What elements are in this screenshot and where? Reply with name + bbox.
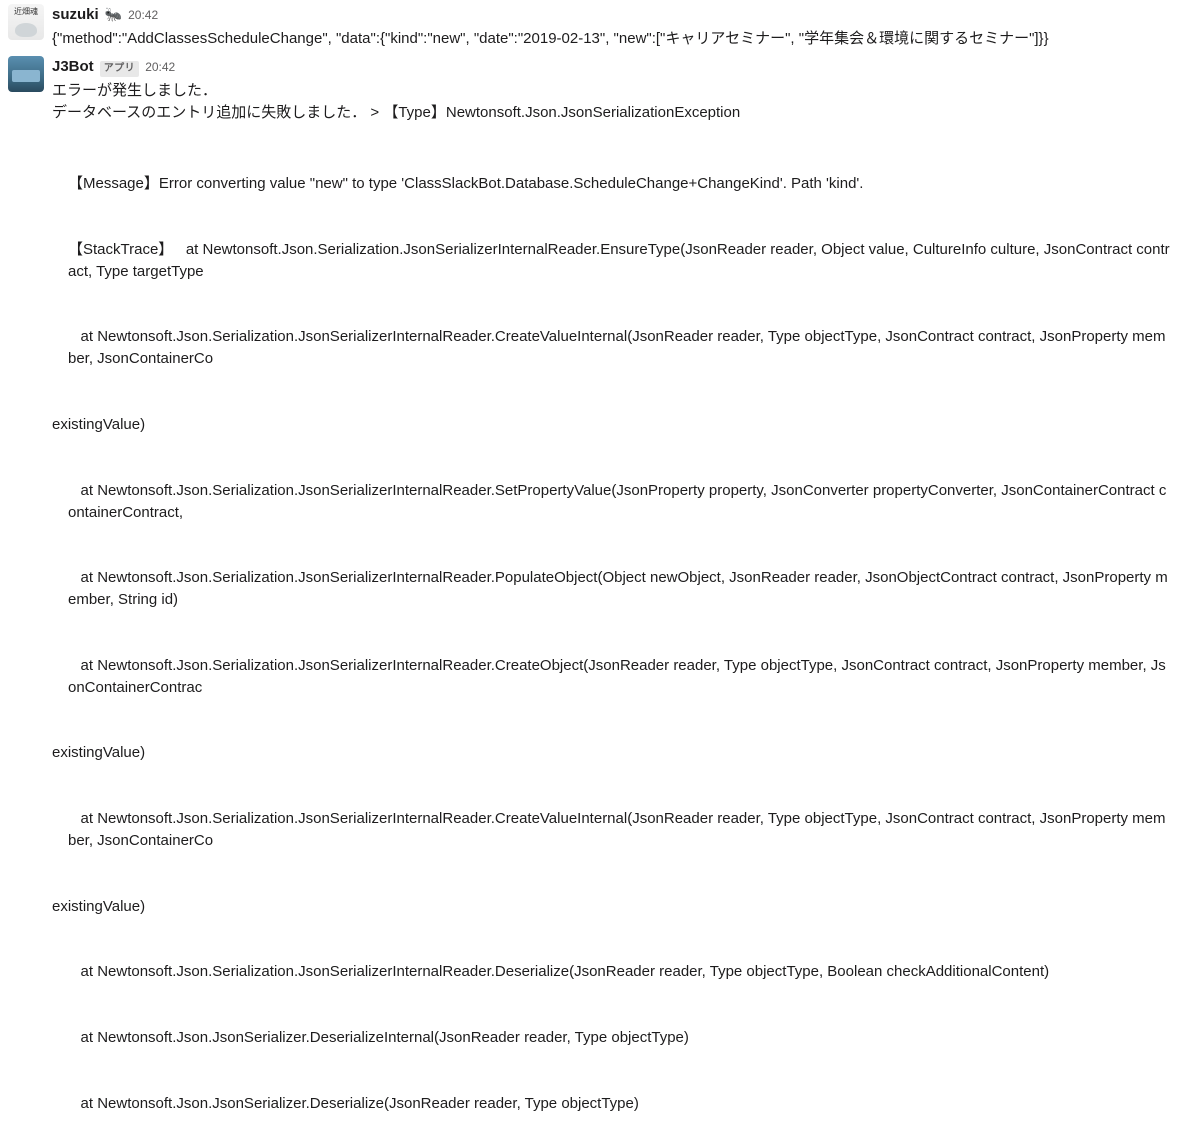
trace-message: 【Message】Error converting value "new" to… — [68, 173, 1173, 195]
message-content: J3Bot アプリ 20:42 エラーが発生しました． データベースのエントリ追… — [52, 56, 1173, 1134]
stack-trace-block[interactable]: 【Message】Error converting value "new" to… — [52, 129, 1173, 1134]
trace-line: existingValue) — [52, 896, 1173, 918]
trace-line: at Newtonsoft.Json.Serialization.JsonSer… — [68, 961, 1173, 983]
message-row: suzuki 🐜 20:42 {"method":"AddClassesSche… — [0, 0, 1181, 52]
app-badge: アプリ — [100, 61, 140, 78]
message-row: J3Bot アプリ 20:42 エラーが発生しました． データベースのエントリ追… — [0, 52, 1181, 1134]
avatar[interactable] — [8, 56, 44, 92]
trace-line: at Newtonsoft.Json.Serialization.JsonSer… — [68, 567, 1173, 611]
trace-line: at Newtonsoft.Json.Serialization.JsonSer… — [68, 326, 1173, 370]
message-header: J3Bot アプリ 20:42 — [52, 56, 1173, 78]
message-content: suzuki 🐜 20:42 {"method":"AddClassesSche… — [52, 4, 1173, 50]
timestamp[interactable]: 20:42 — [145, 59, 175, 77]
message-text[interactable]: {"method":"AddClassesScheduleChange", "d… — [52, 28, 1173, 50]
trace-line: at Newtonsoft.Json.Serialization.JsonSer… — [68, 808, 1173, 852]
avatar[interactable] — [8, 4, 44, 40]
username[interactable]: suzuki — [52, 4, 99, 26]
trace-stacktrace-header: 【StackTrace】 at Newtonsoft.Json.Serializ… — [68, 239, 1173, 283]
message-header: suzuki 🐜 20:42 — [52, 4, 1173, 26]
trace-line: at Newtonsoft.Json.JsonSerializer.Deseri… — [68, 1027, 1173, 1049]
trace-line: at Newtonsoft.Json.Serialization.JsonSer… — [68, 480, 1173, 524]
timestamp[interactable]: 20:42 — [128, 7, 158, 25]
trace-line: at Newtonsoft.Json.Serialization.JsonSer… — [68, 655, 1173, 699]
trace-line: existingValue) — [52, 414, 1173, 436]
message-text-line1[interactable]: エラーが発生しました． — [52, 80, 1173, 102]
trace-line: at Newtonsoft.Json.JsonSerializer.Deseri… — [68, 1093, 1173, 1115]
status-emoji: 🐜 — [105, 4, 122, 24]
trace-line: existingValue) — [52, 742, 1173, 764]
username[interactable]: J3Bot — [52, 56, 94, 78]
message-text-line2[interactable]: データベースのエントリ追加に失敗しました． > 【Type】Newtonsoft… — [52, 102, 1173, 124]
